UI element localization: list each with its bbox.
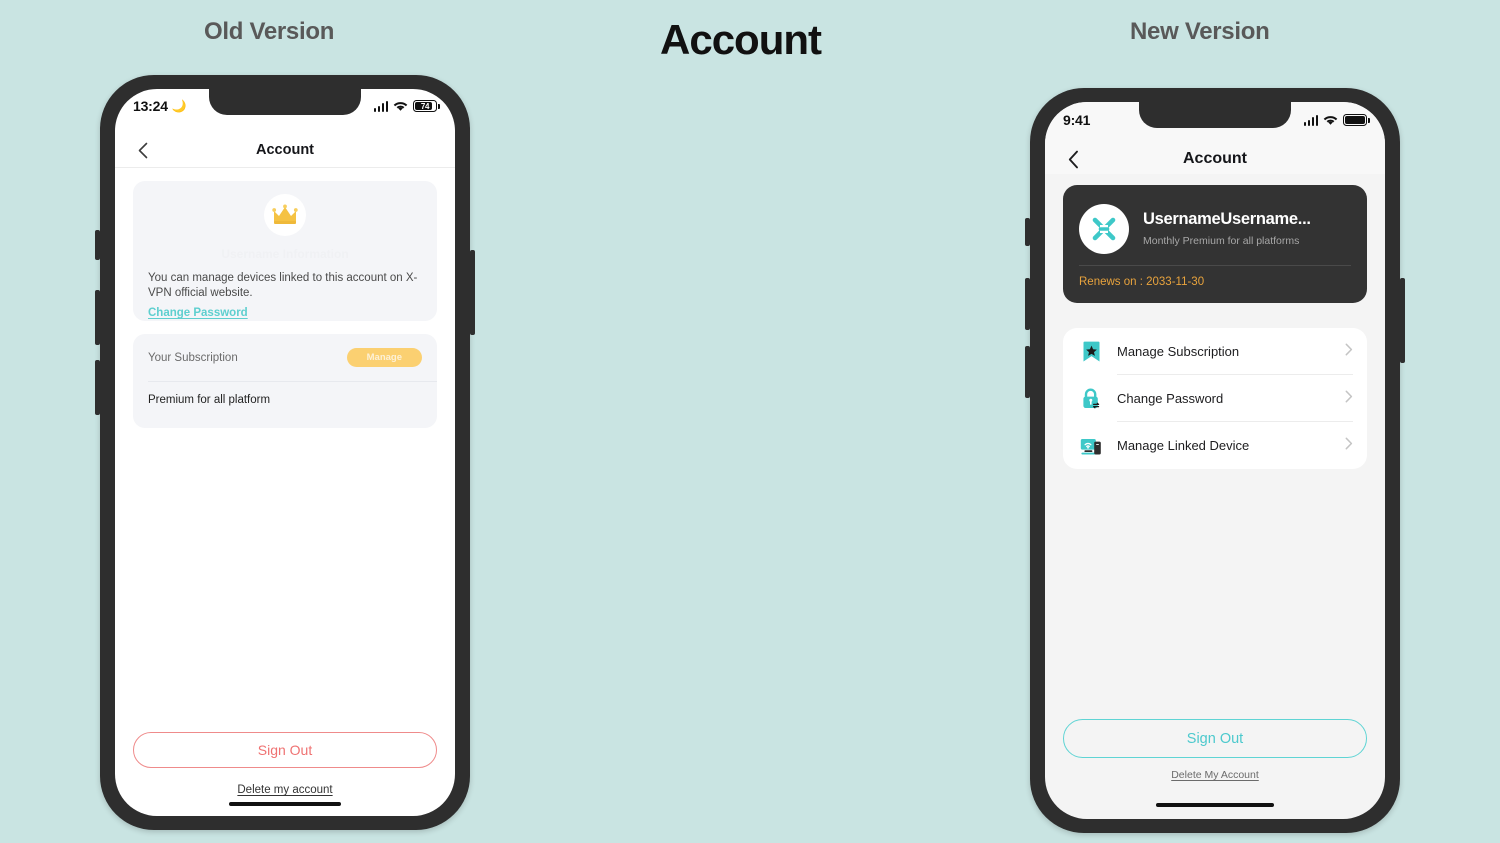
crown-icon bbox=[264, 194, 306, 236]
label-old-version: Old Version bbox=[204, 18, 335, 45]
volume-down-button-old[interactable] bbox=[95, 360, 100, 415]
subscription-divider-old bbox=[148, 381, 437, 382]
wifi-icon bbox=[1323, 115, 1338, 126]
delete-account-link-new[interactable]: Delete My Account bbox=[1045, 769, 1385, 781]
new-phone-screen: 9:41 Account UsernameUsername... Monthly… bbox=[1045, 102, 1385, 819]
screenshot-canvas: Old Version Account New Version 13:24 🌙 bbox=[0, 0, 1500, 843]
account-menu-card: Manage Subscription Change Password Mana… bbox=[1063, 328, 1367, 469]
change-password-link-old[interactable]: Change Password bbox=[148, 307, 248, 319]
status-time-old: 13:24 bbox=[133, 98, 168, 114]
account-card-divider bbox=[1079, 265, 1351, 266]
wifi-icon bbox=[393, 101, 408, 112]
crescent-moon-icon: 🌙 bbox=[171, 99, 187, 113]
account-info-card-old: Username Information You can manage devi… bbox=[133, 181, 437, 321]
home-indicator-new bbox=[1156, 802, 1274, 807]
label-new-version: New Version bbox=[1130, 18, 1270, 45]
volume-up-button-new[interactable] bbox=[1025, 278, 1030, 330]
silent-switch-new[interactable] bbox=[1025, 218, 1030, 246]
sign-out-button-new[interactable]: Sign Out bbox=[1063, 719, 1367, 758]
subscription-header-row-old: Your Subscription Manage bbox=[133, 334, 437, 381]
chevron-left-icon bbox=[1068, 150, 1078, 168]
battery-level-old: 74 bbox=[420, 101, 430, 111]
volume-up-button-old[interactable] bbox=[95, 290, 100, 345]
nav-title-new: Account bbox=[1183, 150, 1247, 167]
sign-out-button-old[interactable]: Sign Out bbox=[133, 732, 437, 768]
delete-account-link-old[interactable]: Delete my account bbox=[115, 784, 455, 796]
menu-label-manage-linked-device: Manage Linked Device bbox=[1117, 438, 1250, 453]
nav-bar-new: Account bbox=[1045, 142, 1385, 176]
old-version-phone: 13:24 🌙 74 Account Username Information … bbox=[95, 75, 475, 830]
account-card-new[interactable]: UsernameUsername... Monthly Premium for … bbox=[1063, 185, 1367, 303]
new-version-phone: 9:41 Account UsernameUsername... Monthly… bbox=[1025, 88, 1405, 833]
cellular-signal-icon bbox=[1303, 114, 1318, 126]
menu-label-change-password: Change Password bbox=[1117, 391, 1224, 406]
power-button-new[interactable] bbox=[1400, 278, 1405, 363]
account-username-new: UsernameUsername... bbox=[1143, 210, 1311, 228]
battery-icon: 74 bbox=[413, 100, 440, 112]
subscription-label-old: Your Subscription bbox=[148, 351, 238, 364]
page-title: Account bbox=[660, 16, 822, 63]
chevron-right-icon bbox=[1345, 390, 1353, 408]
lock-icon bbox=[1079, 387, 1103, 411]
menu-label-manage-subscription: Manage Subscription bbox=[1117, 344, 1240, 359]
status-bar-old: 13:24 🌙 74 bbox=[115, 89, 455, 123]
bookmark-star-icon bbox=[1079, 340, 1103, 364]
subscription-plan-old: Premium for all platform bbox=[148, 394, 271, 406]
home-indicator-old bbox=[229, 802, 341, 806]
volume-down-button-new[interactable] bbox=[1025, 346, 1030, 398]
nav-divider-old bbox=[115, 167, 455, 168]
status-time-new: 9:41 bbox=[1063, 112, 1091, 128]
ghost-username-text-old: Username Information bbox=[221, 247, 349, 261]
account-description-old: You can manage devices linked to this ac… bbox=[148, 272, 418, 300]
chevron-right-icon bbox=[1345, 343, 1353, 361]
manage-button-old[interactable]: Manage bbox=[346, 347, 422, 368]
nav-bar-old: Account bbox=[115, 133, 455, 167]
chevron-right-icon bbox=[1345, 437, 1353, 455]
avatar bbox=[1079, 204, 1129, 254]
menu-item-change-password[interactable]: Change Password bbox=[1063, 375, 1367, 422]
back-button-new[interactable] bbox=[1059, 142, 1087, 176]
menu-item-manage-linked-device[interactable]: Manage Linked Device bbox=[1063, 422, 1367, 469]
menu-item-manage-subscription[interactable]: Manage Subscription bbox=[1063, 328, 1367, 375]
subscription-card-old: Your Subscription Manage Premium for all… bbox=[133, 334, 437, 428]
battery-icon bbox=[1343, 114, 1370, 126]
power-button-old[interactable] bbox=[470, 250, 475, 335]
account-renewal-date-new: Renews on : 2033-11-30 bbox=[1079, 276, 1205, 288]
old-phone-screen: 13:24 🌙 74 Account Username Information … bbox=[115, 89, 455, 816]
monitor-device-icon bbox=[1079, 434, 1103, 458]
xvpn-logo-icon bbox=[1092, 217, 1116, 241]
silent-switch-old[interactable] bbox=[95, 230, 100, 260]
status-bar-new: 9:41 bbox=[1045, 102, 1385, 138]
account-plan-new: Monthly Premium for all platforms bbox=[1143, 235, 1300, 247]
nav-title-old: Account bbox=[256, 142, 314, 158]
chevron-left-icon bbox=[138, 142, 148, 158]
cellular-signal-icon bbox=[373, 100, 388, 112]
back-button-old[interactable] bbox=[129, 133, 157, 167]
